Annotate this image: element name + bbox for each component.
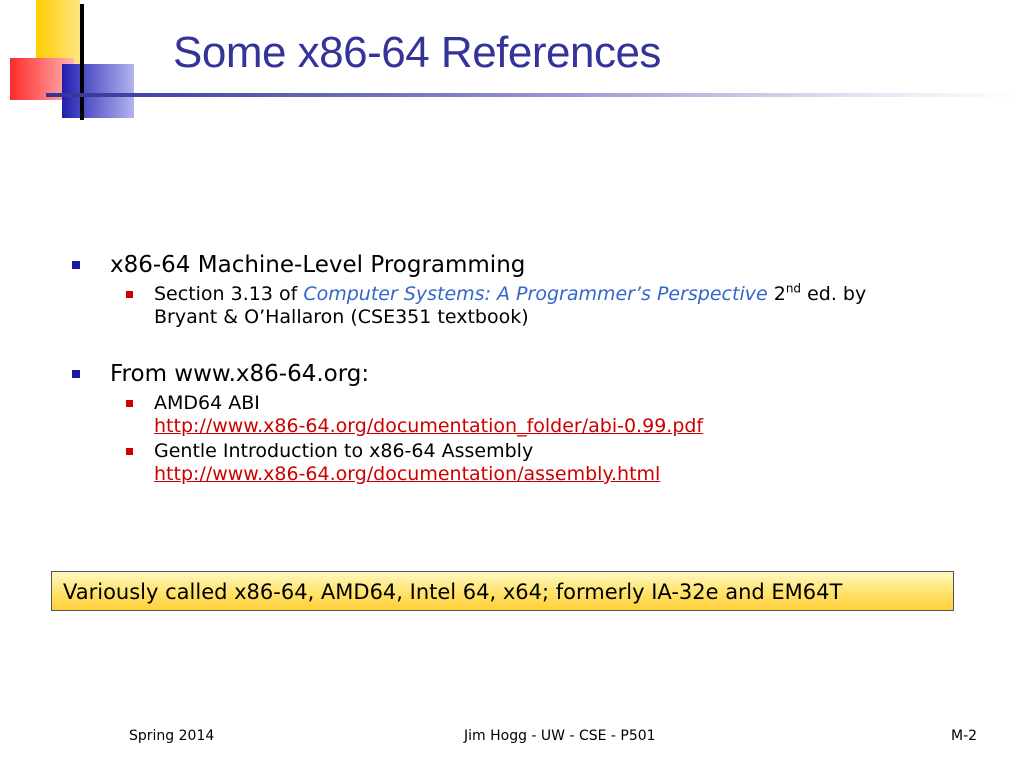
textbook-line-2: Bryant & O’Hallaron (CSE351 textbook) bbox=[154, 306, 529, 328]
sub-bullet-amd64-abi: AMD64 ABI http://www.x86-64.org/document… bbox=[126, 392, 992, 438]
amd64-abi-label: AMD64 ABI bbox=[154, 392, 260, 414]
textbook-edition: 2 bbox=[767, 283, 786, 305]
bullet-machine-level-programming: x86-64 Machine-Level Programming bbox=[72, 250, 992, 280]
title-underline bbox=[46, 93, 1020, 97]
sublist-textbook: Section 3.13 of Computer Systems: A Prog… bbox=[72, 283, 992, 329]
slide-logo-graphic bbox=[10, 0, 134, 120]
amd64-abi-link[interactable]: http://www.x86-64.org/documentation_fold… bbox=[154, 415, 992, 438]
naming-note-box: Variously called x86-64, AMD64, Intel 64… bbox=[51, 571, 954, 611]
sub-bullet-textbook: Section 3.13 of Computer Systems: A Prog… bbox=[126, 283, 992, 329]
assembly-intro-link[interactable]: http://www.x86-64.org/documentation/asse… bbox=[154, 463, 992, 486]
sub-bullet-assembly-intro: Gentle Introduction to x86-64 Assembly h… bbox=[126, 440, 992, 486]
square-bullet-icon bbox=[126, 400, 133, 407]
footer-date: Spring 2014 bbox=[129, 728, 215, 744]
footer-author: Jim Hogg - UW - CSE - P501 bbox=[464, 728, 656, 744]
bullet-text: From www.x86-64.org: bbox=[110, 361, 370, 387]
textbook-line-1: Section 3.13 of Computer Systems: A Prog… bbox=[154, 283, 992, 306]
square-bullet-icon bbox=[72, 261, 80, 269]
textbook-prefix: Section 3.13 of bbox=[154, 283, 304, 305]
sublist-x86-64-org: AMD64 ABI http://www.x86-64.org/document… bbox=[72, 392, 992, 486]
assembly-intro-label: Gentle Introduction to x86-64 Assembly bbox=[154, 440, 534, 462]
square-bullet-icon bbox=[126, 291, 133, 298]
footer-slide-number: M-2 bbox=[951, 728, 978, 744]
textbook-suffix: ed. by bbox=[801, 283, 867, 305]
bullet-x86-64-org: From www.x86-64.org: bbox=[72, 359, 992, 389]
slide-content: x86-64 Machine-Level Programming Section… bbox=[72, 250, 992, 488]
square-bullet-icon bbox=[72, 370, 80, 378]
slide-title: Some x86-64 References bbox=[173, 28, 661, 77]
bullet-text: x86-64 Machine-Level Programming bbox=[110, 252, 526, 278]
square-bullet-icon bbox=[126, 448, 133, 455]
textbook-edition-sup: nd bbox=[785, 281, 802, 296]
textbook-title: Computer Systems: A Programmer’s Perspec… bbox=[303, 283, 768, 305]
